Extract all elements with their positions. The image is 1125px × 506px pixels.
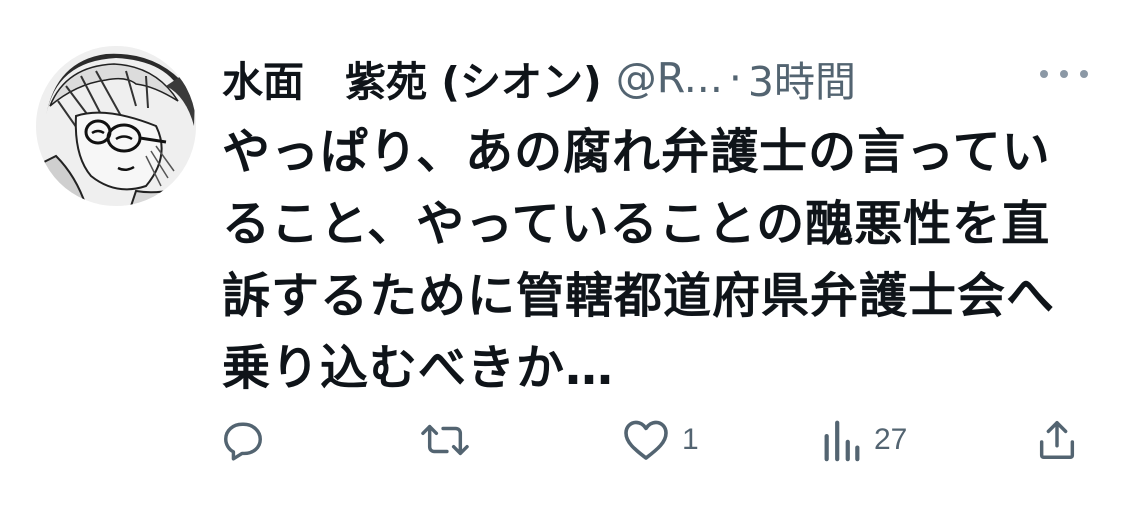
tweet-text: やっぱり、あの腐れ弁護士の言っていること、やっていることの醜悪性を直訴するために… xyxy=(222,124,1056,396)
timestamp[interactable]: 3時間 xyxy=(748,48,856,108)
display-name[interactable]: 水面 紫苑 (シオン) xyxy=(222,48,602,108)
like-count: 1 xyxy=(682,423,699,456)
views-bar-chart-icon xyxy=(824,420,860,462)
share-upload-icon xyxy=(1039,421,1075,459)
retweet-icon xyxy=(421,424,469,456)
reply-bubble-icon xyxy=(224,422,262,461)
views-count: 27 xyxy=(874,423,908,456)
retweet-button[interactable] xyxy=(420,410,482,470)
avatar[interactable] xyxy=(36,46,196,206)
more-dot xyxy=(1080,70,1088,78)
like-button[interactable]: 1 xyxy=(622,410,699,470)
avatar-manga-portrait-image xyxy=(36,46,196,206)
more-dots-icon[interactable] xyxy=(1040,62,1088,86)
tweet-header: 水面 紫苑 (シオン) @R... · 3時間 xyxy=(222,48,856,108)
user-handle[interactable]: @R... xyxy=(616,54,723,102)
separator-dot: · xyxy=(728,54,742,102)
heart-icon xyxy=(624,420,668,460)
reply-button[interactable] xyxy=(220,410,278,470)
share-button[interactable] xyxy=(1034,410,1080,470)
tweet[interactable]: 水面 紫苑 (シオン) @R... · 3時間 やっぱり、あの腐れ弁護士の言って… xyxy=(0,0,1125,506)
more-dot xyxy=(1040,70,1048,78)
views-button[interactable]: 27 xyxy=(822,410,907,470)
more-dot xyxy=(1060,70,1068,78)
action-bar: 1 27 xyxy=(0,410,1125,470)
